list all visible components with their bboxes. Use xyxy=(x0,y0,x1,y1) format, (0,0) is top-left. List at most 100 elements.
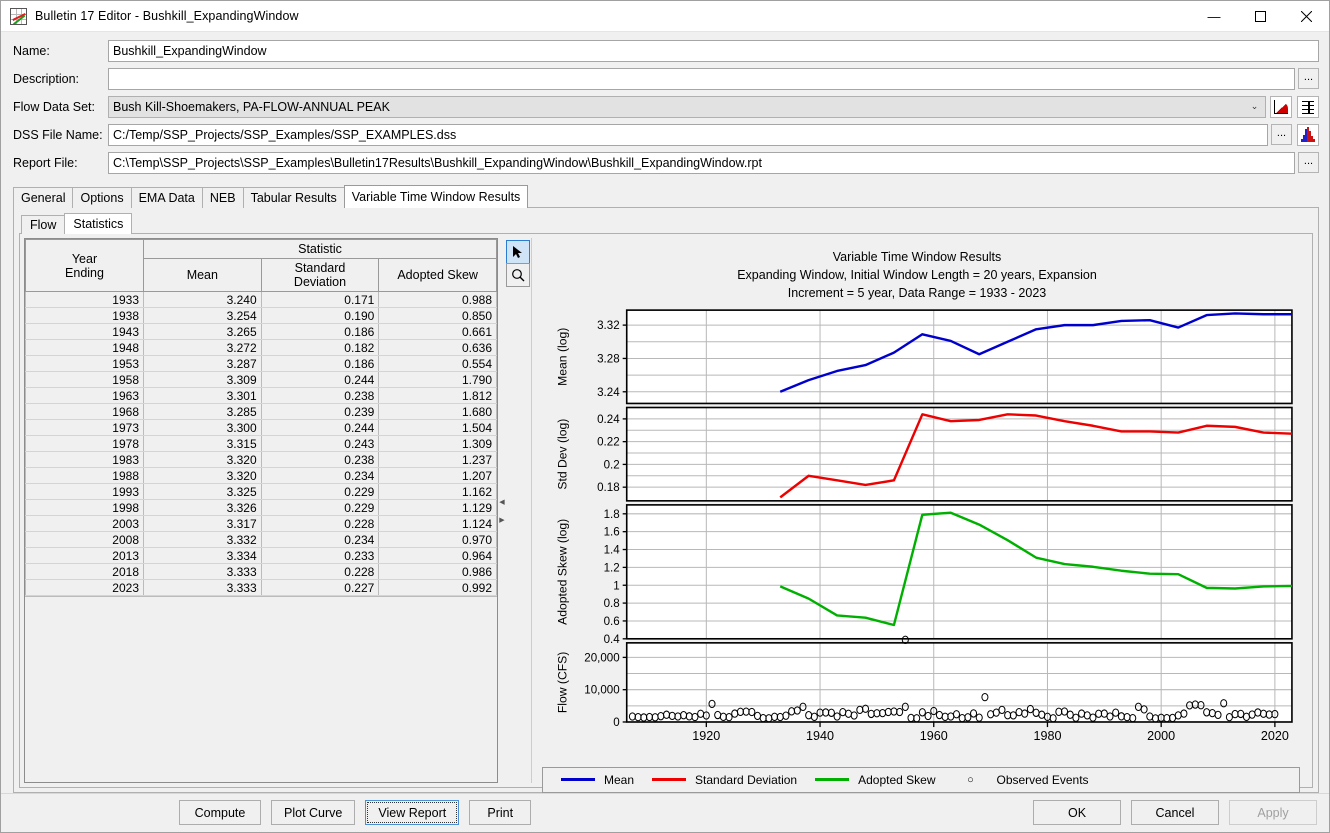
dss-file-browse-button[interactable]: ... xyxy=(1271,124,1292,145)
plot-icon-button[interactable] xyxy=(1270,96,1292,118)
pointer-tool-button[interactable] xyxy=(506,240,530,264)
table-cell[interactable]: 3.272 xyxy=(144,340,262,356)
table-cell[interactable]: 3.326 xyxy=(144,500,262,516)
table-cell[interactable]: 0.636 xyxy=(379,340,497,356)
splitter-left-arrow[interactable]: ◀ xyxy=(499,498,503,506)
table-cell[interactable]: 1988 xyxy=(26,468,144,484)
table-cell[interactable]: 1973 xyxy=(26,420,144,436)
table-cell[interactable]: 1.504 xyxy=(379,420,497,436)
table-cell[interactable]: 1978 xyxy=(26,436,144,452)
table-cell[interactable]: 3.334 xyxy=(144,548,262,564)
table-cell[interactable]: 2023 xyxy=(26,580,144,596)
table-cell[interactable]: 1.129 xyxy=(379,500,497,516)
table-row[interactable]: 19383.2540.1900.850 xyxy=(26,308,497,324)
table-cell[interactable]: 0.228 xyxy=(261,564,379,580)
table-cell[interactable]: 3.317 xyxy=(144,516,262,532)
table-cell[interactable]: 1.124 xyxy=(379,516,497,532)
table-cell[interactable]: 1963 xyxy=(26,388,144,404)
table-cell[interactable]: 1.680 xyxy=(379,404,497,420)
description-browse-button[interactable]: ... xyxy=(1298,68,1319,89)
zoom-tool-button[interactable] xyxy=(506,263,530,287)
table-cell[interactable]: 3.265 xyxy=(144,324,262,340)
table-cell[interactable]: 3.315 xyxy=(144,436,262,452)
table-cell[interactable]: 1.162 xyxy=(379,484,497,500)
table-cell[interactable]: 0.244 xyxy=(261,372,379,388)
tab-neb[interactable]: NEB xyxy=(202,187,244,208)
table-cell[interactable]: 1998 xyxy=(26,500,144,516)
cancel-button[interactable]: Cancel xyxy=(1131,800,1219,825)
ok-button[interactable]: OK xyxy=(1033,800,1121,825)
subtab-statistics[interactable]: Statistics xyxy=(64,213,132,234)
table-cell[interactable]: 1933 xyxy=(26,292,144,308)
table-cell[interactable]: 3.240 xyxy=(144,292,262,308)
table-row[interactable]: 20183.3330.2280.986 xyxy=(26,564,497,580)
table-icon-button[interactable] xyxy=(1297,96,1319,118)
table-cell[interactable]: 1.812 xyxy=(379,388,497,404)
table-cell[interactable]: 1983 xyxy=(26,452,144,468)
description-input[interactable] xyxy=(108,68,1295,90)
table-cell[interactable]: 1948 xyxy=(26,340,144,356)
tab-variable-time-window-results[interactable]: Variable Time Window Results xyxy=(344,185,529,208)
table-row[interactable]: 19883.3200.2341.207 xyxy=(26,468,497,484)
table-cell[interactable]: 0.228 xyxy=(261,516,379,532)
table-cell[interactable]: 1943 xyxy=(26,324,144,340)
table-cell[interactable]: 1993 xyxy=(26,484,144,500)
table-row[interactable]: 19533.2870.1860.554 xyxy=(26,356,497,372)
tab-tabular-results[interactable]: Tabular Results xyxy=(243,187,345,208)
table-cell[interactable]: 3.332 xyxy=(144,532,262,548)
table-cell[interactable]: 0.986 xyxy=(379,564,497,580)
table-row[interactable]: 19983.3260.2291.129 xyxy=(26,500,497,516)
subtab-flow[interactable]: Flow xyxy=(21,215,65,234)
table-cell[interactable]: 0.186 xyxy=(261,356,379,372)
table-cell[interactable]: 0.233 xyxy=(261,548,379,564)
report-file-browse-button[interactable]: ... xyxy=(1298,152,1319,173)
table-cell[interactable]: 0.190 xyxy=(261,308,379,324)
table-cell[interactable]: 0.234 xyxy=(261,532,379,548)
tab-options[interactable]: Options xyxy=(72,187,131,208)
close-button[interactable] xyxy=(1283,1,1329,32)
table-cell[interactable]: 1968 xyxy=(26,404,144,420)
table-cell[interactable]: 2003 xyxy=(26,516,144,532)
table-row[interactable]: 20233.3330.2270.992 xyxy=(26,580,497,596)
flow-dataset-select[interactable]: Bush Kill-Shoemakers, PA-FLOW-ANNUAL PEA… xyxy=(108,96,1266,118)
tab-ema-data[interactable]: EMA Data xyxy=(131,187,203,208)
table-cell[interactable]: 1958 xyxy=(26,372,144,388)
table-cell[interactable]: 0.992 xyxy=(379,580,497,596)
table-chart-splitter[interactable]: ◀ ▶ xyxy=(498,238,505,783)
table-cell[interactable]: 0.239 xyxy=(261,404,379,420)
view-report-button[interactable]: View Report xyxy=(365,800,459,825)
table-cell[interactable]: 0.988 xyxy=(379,292,497,308)
compute-button[interactable]: Compute xyxy=(179,800,261,825)
maximize-button[interactable] xyxy=(1237,1,1283,32)
table-cell[interactable]: 3.254 xyxy=(144,308,262,324)
minimize-button[interactable]: — xyxy=(1191,1,1237,32)
dss-file-input[interactable] xyxy=(108,124,1268,146)
table-cell[interactable]: 0.243 xyxy=(261,436,379,452)
table-row[interactable]: 19733.3000.2441.504 xyxy=(26,420,497,436)
table-row[interactable]: 19583.3090.2441.790 xyxy=(26,372,497,388)
table-cell[interactable]: 3.333 xyxy=(144,564,262,580)
table-row[interactable]: 19833.3200.2381.237 xyxy=(26,452,497,468)
table-cell[interactable]: 3.320 xyxy=(144,468,262,484)
plot-curve-button[interactable]: Plot Curve xyxy=(271,800,355,825)
table-cell[interactable]: 0.234 xyxy=(261,468,379,484)
table-cell[interactable]: 0.850 xyxy=(379,308,497,324)
chevron-down-icon[interactable]: ⌄ xyxy=(1244,96,1265,117)
table-cell[interactable]: 3.320 xyxy=(144,452,262,468)
table-row[interactable]: 19783.3150.2431.309 xyxy=(26,436,497,452)
table-row[interactable]: 19933.3250.2291.162 xyxy=(26,484,497,500)
table-cell[interactable]: 0.227 xyxy=(261,580,379,596)
table-cell[interactable]: 3.300 xyxy=(144,420,262,436)
name-input[interactable] xyxy=(108,40,1319,62)
table-cell[interactable]: 0.244 xyxy=(261,420,379,436)
table-row[interactable]: 19333.2400.1710.988 xyxy=(26,292,497,308)
table-row[interactable]: 20133.3340.2330.964 xyxy=(26,548,497,564)
table-row[interactable]: 20083.3320.2340.970 xyxy=(26,532,497,548)
table-cell[interactable]: 1.790 xyxy=(379,372,497,388)
table-cell[interactable]: 0.171 xyxy=(261,292,379,308)
table-cell[interactable]: 0.661 xyxy=(379,324,497,340)
table-cell[interactable]: 0.238 xyxy=(261,452,379,468)
table-row[interactable]: 19633.3010.2381.812 xyxy=(26,388,497,404)
table-cell[interactable]: 0.970 xyxy=(379,532,497,548)
table-cell[interactable]: 3.309 xyxy=(144,372,262,388)
